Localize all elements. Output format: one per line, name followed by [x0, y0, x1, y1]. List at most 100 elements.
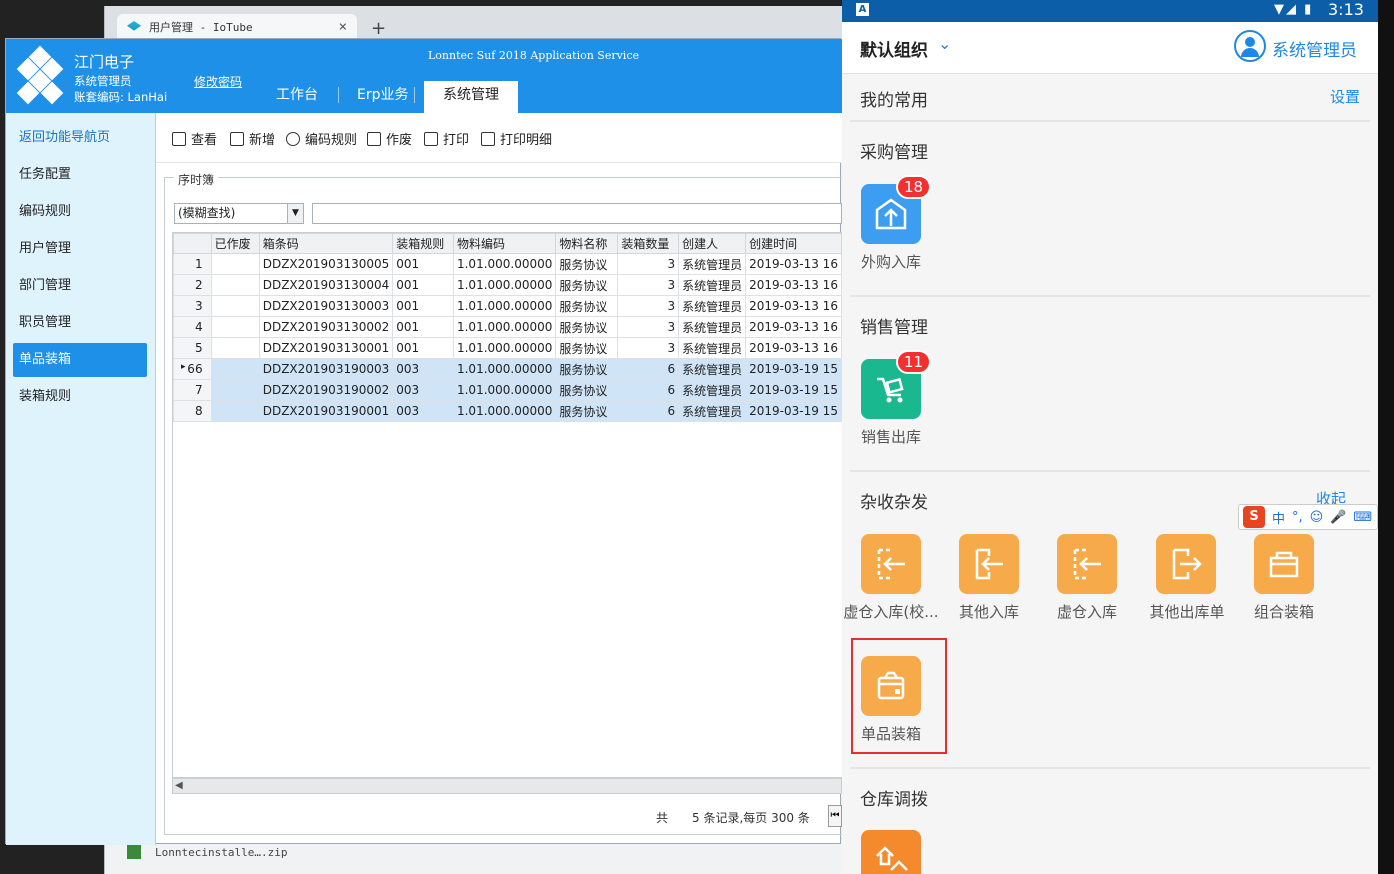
tab-system-management[interactable]: 系统管理: [424, 81, 518, 113]
table-cell[interactable]: 003: [392, 400, 454, 422]
table-cell[interactable]: DDZX201903130004: [258, 274, 394, 296]
row-number[interactable]: 2: [173, 274, 212, 296]
column-header[interactable]: 装箱规则: [392, 233, 454, 254]
download-item[interactable]: Lonntecinstalle….zip: [127, 845, 287, 859]
virtual-in-app[interactable]: [1057, 534, 1117, 594]
void-button[interactable]: 作废: [367, 129, 412, 148]
table-cell[interactable]: 服务协议: [555, 337, 619, 359]
sidebar-item-task-config[interactable]: 任务配置: [13, 158, 147, 192]
table-cell[interactable]: 1.01.000.00000: [452, 400, 557, 422]
table-cell[interactable]: 2019-03-19 15: [745, 379, 842, 401]
table-cell[interactable]: 服务协议: [555, 379, 619, 401]
table-cell[interactable]: 2019-03-13 16: [745, 316, 842, 338]
table-cell[interactable]: 1.01.000.00000: [452, 379, 557, 401]
column-header[interactable]: 创建时间: [745, 233, 842, 254]
table-cell[interactable]: 2019-03-13 16: [745, 274, 842, 296]
new-tab-button[interactable]: +: [371, 18, 386, 39]
table-cell[interactable]: 001: [392, 295, 454, 317]
table-cell[interactable]: 1.01.000.00000: [452, 295, 557, 317]
close-tab-icon[interactable]: ×: [339, 19, 347, 35]
table-row[interactable]: 8 DDZX201903190001 003 1.01.000.00000 服务协议 6 系…: [173, 400, 842, 422]
filter-mode-select[interactable]: (模糊查找) ▼: [174, 203, 304, 224]
view-button[interactable]: 查看: [172, 129, 217, 148]
print-detail-button[interactable]: 打印明细: [481, 129, 552, 148]
sidebar-back-link[interactable]: 返回功能导航页: [13, 121, 147, 155]
table-cell[interactable]: 系统管理员: [678, 274, 747, 296]
table-cell[interactable]: [210, 295, 260, 317]
single-box-app[interactable]: [861, 656, 921, 716]
tab-erp[interactable]: Erp业务: [349, 81, 417, 113]
row-number[interactable]: 7: [173, 379, 212, 401]
row-number[interactable]: 3: [173, 295, 212, 317]
table-cell[interactable]: 2019-03-13 16: [745, 295, 842, 317]
table-cell[interactable]: 3: [617, 295, 680, 317]
sidebar-item-users[interactable]: 用户管理: [13, 232, 147, 266]
table-cell[interactable]: 系统管理员: [678, 253, 747, 275]
table-cell[interactable]: DDZX201903190001: [258, 400, 394, 422]
table-cell[interactable]: [210, 274, 260, 296]
column-header[interactable]: 箱条码: [258, 233, 394, 254]
table-cell[interactable]: [210, 379, 260, 401]
table-cell[interactable]: 001: [392, 274, 454, 296]
virtual-in-check-label[interactable]: 虚仓入库(校...: [842, 601, 940, 622]
transfer-app[interactable]: [861, 830, 921, 874]
single-box-label[interactable]: 单品装箱: [854, 723, 928, 744]
table-cell[interactable]: 2019-03-19 15: [745, 358, 842, 380]
filter-input[interactable]: [312, 203, 842, 224]
table-cell[interactable]: 服务协议: [555, 274, 619, 296]
other-in-label[interactable]: 其他入库: [952, 601, 1026, 622]
column-header[interactable]: 装箱数量: [617, 233, 680, 254]
table-cell[interactable]: DDZX201903130003: [258, 295, 394, 317]
browser-tab[interactable]: 用户管理 - IoTube ×: [117, 14, 357, 40]
table-cell[interactable]: 服务协议: [555, 253, 619, 275]
table-cell[interactable]: 1.01.000.00000: [452, 316, 557, 338]
table-cell[interactable]: 6: [617, 400, 680, 422]
horizontal-scrollbar[interactable]: ◀: [172, 778, 842, 794]
ime-toolbar[interactable]: S 中 °, ☺ 🎤 ⌨: [1238, 504, 1378, 530]
table-cell[interactable]: 3: [617, 316, 680, 338]
table-cell[interactable]: 1.01.000.00000: [452, 274, 557, 296]
table-cell[interactable]: DDZX201903130001: [258, 337, 394, 359]
table-cell[interactable]: 服务协议: [555, 295, 619, 317]
avatar[interactable]: [1234, 30, 1266, 62]
table-cell[interactable]: 系统管理员: [678, 316, 747, 338]
table-cell[interactable]: 1.01.000.00000: [452, 358, 557, 380]
sales-out-label[interactable]: 销售出库: [854, 426, 928, 447]
tab-workbench[interactable]: 工作台: [268, 81, 326, 113]
table-cell[interactable]: 001: [392, 253, 454, 275]
virtual-in-label[interactable]: 虚仓入库: [1050, 601, 1124, 622]
column-header[interactable]: 已作废: [210, 233, 260, 254]
table-cell[interactable]: 系统管理员: [678, 295, 747, 317]
row-number[interactable]: 1: [173, 253, 212, 275]
admin-name[interactable]: 系统管理员: [1272, 36, 1357, 61]
table-cell[interactable]: DDZX201903190002: [258, 379, 394, 401]
table-cell[interactable]: 2019-03-13 16: [745, 253, 842, 275]
add-button[interactable]: 新增: [230, 129, 275, 148]
virtual-in-check-app[interactable]: [861, 534, 921, 594]
row-number[interactable]: 8: [173, 400, 212, 422]
table-cell[interactable]: 6: [617, 358, 680, 380]
sidebar-item-coding-rules[interactable]: 编码规则: [13, 195, 147, 229]
sidebar-item-boxing-rules[interactable]: 装箱规则: [13, 380, 147, 414]
table-cell[interactable]: 系统管理员: [678, 379, 747, 401]
other-out-app[interactable]: [1156, 534, 1216, 594]
chevron-down-icon[interactable]: ▼: [287, 204, 303, 223]
table-row[interactable]: 3 DDZX201903130003 001 1.01.000.00000 服务协议 3 系…: [173, 295, 842, 317]
table-row[interactable]: 1 DDZX201903130005 001 1.01.000.00000 服务协议 3 系…: [173, 253, 842, 275]
table-row[interactable]: ▸ 66 DDZX201903190003 003 1.01.000.00000 服务协议…: [173, 358, 842, 380]
table-cell[interactable]: 服务协议: [555, 400, 619, 422]
table-cell[interactable]: [210, 316, 260, 338]
table-cell[interactable]: 3: [617, 253, 680, 275]
table-cell[interactable]: DDZX201903190003: [258, 358, 394, 380]
combo-box-app[interactable]: [1254, 534, 1314, 594]
column-header[interactable]: 创建人: [678, 233, 747, 254]
sidebar-item-single-boxing[interactable]: 单品装箱: [13, 343, 147, 377]
org-selector[interactable]: 默认组织: [860, 36, 928, 61]
sidebar-item-departments[interactable]: 部门管理: [13, 269, 147, 303]
coding-rules-button[interactable]: 编码规则: [286, 129, 357, 148]
table-cell[interactable]: 系统管理员: [678, 400, 747, 422]
table-row[interactable]: 7 DDZX201903190002 003 1.01.000.00000 服务协议 6 系…: [173, 379, 842, 401]
table-cell[interactable]: 服务协议: [555, 358, 619, 380]
table-cell[interactable]: 3: [617, 337, 680, 359]
table-cell[interactable]: [210, 358, 260, 380]
